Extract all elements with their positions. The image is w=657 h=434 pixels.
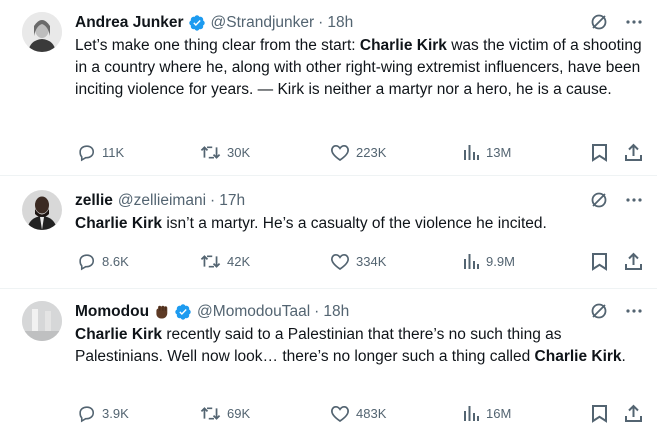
like-button[interactable]: 334K: [330, 252, 386, 271]
bookmark-icon[interactable]: [591, 404, 608, 423]
share-icon[interactable]: [624, 404, 643, 423]
tweet[interactable]: Momodou @MomodouTaal · 18h Charlie Kirk …: [0, 289, 657, 434]
reply-button[interactable]: 8.6K: [77, 252, 129, 271]
repost-button[interactable]: 30K: [200, 143, 250, 162]
like-icon: [331, 253, 349, 270]
author-handle[interactable]: @zellieimani: [118, 192, 206, 210]
repost-count: 69K: [227, 405, 251, 421]
timestamp[interactable]: 18h: [327, 14, 353, 32]
reply-icon: [79, 144, 95, 161]
avatar[interactable]: [22, 190, 62, 230]
repost-button[interactable]: 42K: [200, 252, 250, 271]
author-handle[interactable]: @Strandjunker: [211, 14, 315, 32]
tweet-actions: 8.6K 42K 334K 9.9M: [75, 250, 643, 272]
verified-icon: [188, 15, 205, 31]
author-name[interactable]: zellie: [75, 192, 113, 210]
grok-icon[interactable]: [589, 301, 609, 321]
repost-icon: [200, 145, 221, 159]
views-count: 13M: [486, 144, 512, 160]
reply-button[interactable]: 3.9K: [77, 404, 129, 423]
tweet-text: Charlie Kirk isn’t a martyr. He’s a casu…: [75, 213, 643, 235]
tweet-text-bold: Charlie Kirk: [75, 215, 163, 232]
repost-count: 30K: [227, 144, 251, 160]
like-count: 334K: [356, 253, 387, 269]
tweet-header: Momodou @MomodouTaal · 18h: [75, 301, 643, 323]
repost-icon: [200, 254, 221, 268]
more-icon[interactable]: [625, 191, 643, 209]
avatar[interactable]: [22, 301, 62, 341]
like-icon: [331, 144, 349, 161]
separator-dot: ·: [318, 14, 324, 31]
separator-dot: ·: [210, 192, 216, 209]
avatar[interactable]: [22, 12, 62, 52]
timeline-feed: Andrea Junker @Strandjunker · 18h Let’s …: [0, 0, 657, 434]
repost-count: 42K: [227, 253, 251, 269]
separator-dot: ·: [314, 303, 320, 320]
tweet-actions: 3.9K 69K 483K 16M: [75, 402, 643, 424]
bookmark-icon[interactable]: [591, 143, 608, 162]
reply-button[interactable]: 11K: [77, 143, 124, 162]
views-button[interactable]: 13M: [462, 143, 511, 161]
raised-fist-emoji-icon: [156, 305, 168, 318]
views-icon: [464, 254, 479, 269]
views-button[interactable]: 9.9M: [462, 252, 515, 270]
author-handle[interactable]: @MomodouTaal: [197, 303, 310, 321]
like-button[interactable]: 223K: [330, 143, 386, 162]
tweet-header: zellie @zellieimani · 17h: [75, 190, 643, 212]
views-button[interactable]: 16M: [462, 404, 511, 422]
more-icon[interactable]: [625, 302, 643, 320]
tweet-text-segment: Let’s make one thing clear from the star…: [75, 37, 360, 54]
views-icon: [464, 145, 479, 160]
tweet[interactable]: Andrea Junker @Strandjunker · 18h Let’s …: [0, 0, 657, 176]
reply-icon: [79, 253, 95, 270]
grok-icon[interactable]: [589, 12, 609, 32]
tweet-text-segment: isn’t a martyr. He’s a casualty of the v…: [162, 215, 547, 232]
timestamp[interactable]: 17h: [219, 192, 245, 210]
more-icon[interactable]: [625, 13, 643, 31]
tweet-text: Charlie Kirk recently said to a Palestin…: [75, 324, 643, 368]
tweet-text: Let’s make one thing clear from the star…: [75, 35, 643, 101]
reply-count: 3.9K: [102, 405, 129, 421]
reply-count: 8.6K: [102, 253, 129, 269]
tweet-text-segment: .: [621, 348, 626, 365]
tweet-text-bold: Charlie Kirk: [75, 326, 163, 343]
tweet-text-bold: Charlie Kirk: [534, 348, 622, 365]
tweet[interactable]: zellie @zellieimani · 17h Charlie Kirk i…: [0, 176, 657, 289]
like-button[interactable]: 483K: [330, 404, 386, 423]
tweet-text-bold: Charlie Kirk: [359, 37, 447, 54]
grok-icon[interactable]: [589, 190, 609, 210]
repost-button[interactable]: 69K: [200, 404, 250, 423]
views-count: 16M: [486, 405, 512, 421]
views-count: 9.9M: [486, 253, 515, 269]
author-name[interactable]: Andrea Junker: [75, 14, 184, 32]
tweet-actions: 11K 30K 223K 13M: [75, 141, 643, 163]
author-name[interactable]: Momodou: [75, 303, 149, 321]
like-count: 223K: [356, 144, 387, 160]
verified-icon: [175, 304, 191, 320]
tweet-header: Andrea Junker @Strandjunker · 18h: [75, 12, 643, 34]
reply-count: 11K: [102, 144, 125, 160]
views-icon: [464, 406, 479, 421]
timestamp[interactable]: 18h: [323, 303, 349, 321]
like-count: 483K: [356, 405, 387, 421]
bookmark-icon[interactable]: [591, 252, 608, 271]
reply-icon: [79, 405, 95, 422]
share-icon[interactable]: [624, 143, 643, 162]
like-icon: [331, 405, 349, 422]
share-icon[interactable]: [624, 252, 643, 271]
repost-icon: [200, 406, 221, 420]
